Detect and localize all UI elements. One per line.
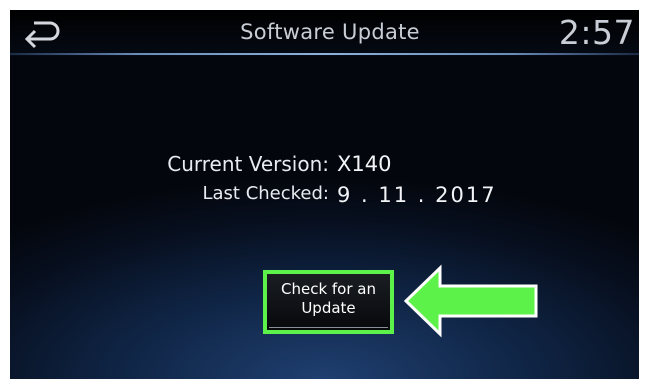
last-checked-label: Last Checked:	[202, 183, 329, 204]
clock: 2:57	[558, 13, 635, 52]
current-version-value: X140	[337, 152, 392, 176]
last-checked-row: Last Checked: 9 . 11 . 2017	[10, 183, 639, 213]
header-divider	[10, 53, 639, 55]
header-bar: Software Update 2:57	[10, 10, 639, 56]
back-button[interactable]	[20, 16, 66, 50]
page-title: Software Update	[240, 20, 420, 44]
last-checked-value: 9 . 11 . 2017	[337, 183, 497, 207]
check-for-update-label: Check for an Update	[280, 280, 376, 317]
nav-screen: Software Update 2:57 Current Version: X1…	[10, 10, 639, 379]
check-for-update-button[interactable]: Check for an Update	[263, 270, 394, 334]
current-version-label: Current Version:	[167, 152, 329, 176]
current-version-row: Current Version: X140	[10, 152, 639, 182]
back-arrow-icon	[24, 21, 60, 49]
pointer-arrow-icon	[403, 264, 538, 338]
